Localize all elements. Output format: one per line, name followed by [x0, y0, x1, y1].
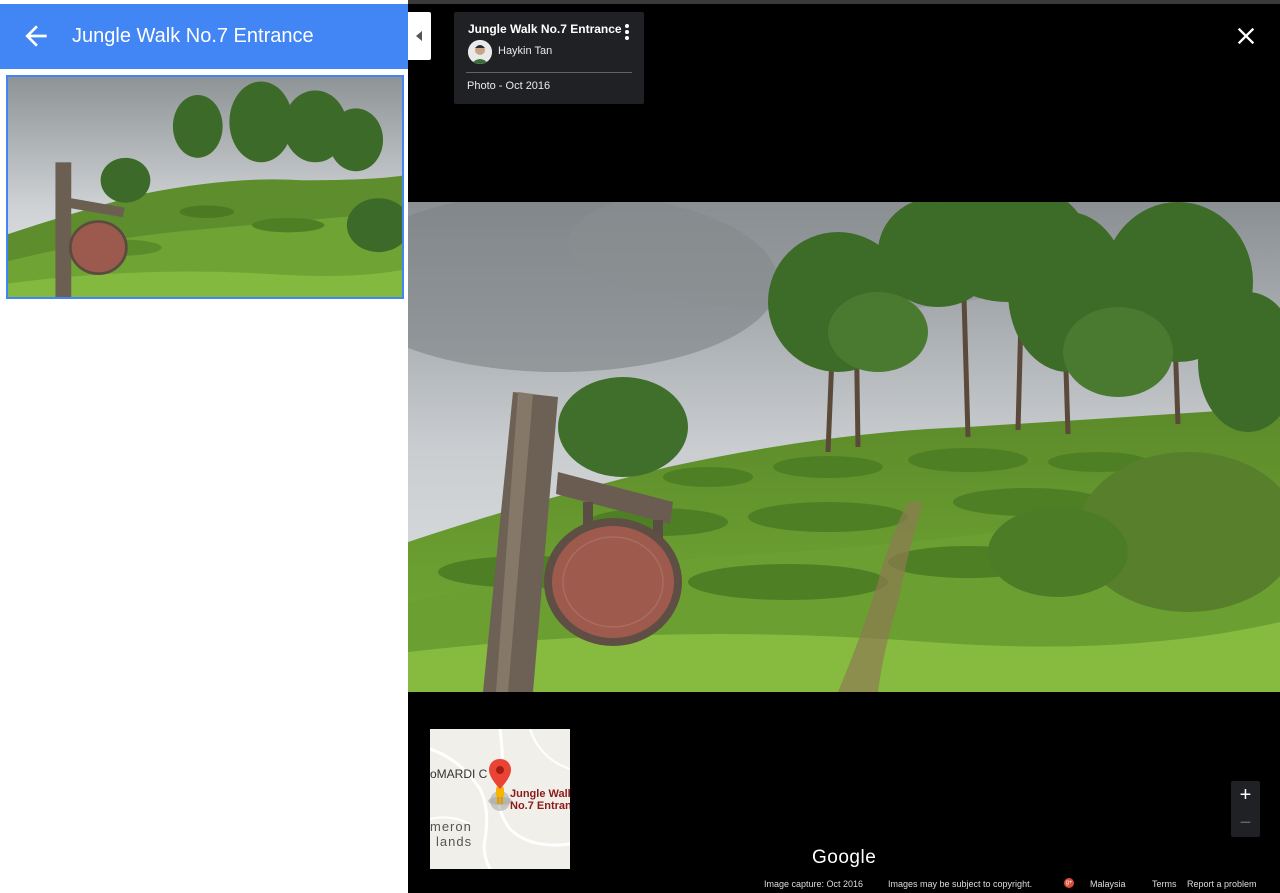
- image-capture-date: Image capture: Oct 2016: [764, 879, 864, 889]
- close-button[interactable]: [1232, 22, 1260, 50]
- map-area-label-line1: meron: [430, 819, 472, 834]
- card-menu-button[interactable]: [620, 22, 634, 44]
- google-logo: Google: [812, 847, 877, 868]
- close-icon: [1237, 27, 1255, 45]
- thumbnail-image: [8, 77, 402, 297]
- panel-header: Jungle Walk No.7 Entrance: [0, 4, 408, 69]
- map-area-label-line2: lands: [436, 834, 473, 849]
- map-place-label-line2: No.7 Entrance: [510, 800, 570, 812]
- zoom-out-button[interactable]: −: [1231, 809, 1260, 837]
- google-plus-icon[interactable]: g+: [1064, 878, 1074, 888]
- more-vert-icon: [625, 24, 629, 40]
- report-problem-link[interactable]: Report a problem: [1187, 879, 1257, 889]
- main-photo-viewer[interactable]: [408, 202, 1280, 692]
- collapse-panel-button[interactable]: [408, 12, 431, 60]
- avatar[interactable]: [468, 40, 492, 64]
- author-name[interactable]: Haykin Tan: [498, 45, 552, 57]
- photo-date: Photo - Oct 2016: [467, 80, 551, 92]
- back-button[interactable]: [20, 20, 52, 52]
- country-link[interactable]: Malaysia: [1090, 879, 1126, 889]
- photo-thumbnail[interactable]: [6, 75, 404, 299]
- map-pin-icon: [489, 759, 511, 789]
- side-panel: Jungle Walk No.7 Entrance: [0, 0, 408, 893]
- copyright-notice: Images may be subject to copyright.: [888, 879, 1033, 889]
- photo-info-card: Jungle Walk No.7 Entrance Haykin Tan Pho…: [454, 12, 644, 104]
- zoom-control: + −: [1231, 781, 1260, 837]
- main-photo-image: [408, 202, 1280, 692]
- card-divider: [466, 72, 632, 73]
- zoom-in-button[interactable]: +: [1231, 781, 1260, 809]
- mini-map[interactable]: oMARDI C Jungle Walk No.7 Entrance meron…: [430, 729, 570, 869]
- footer-bar: Image capture: Oct 2016 Images may be su…: [408, 876, 1280, 893]
- panel-title: Jungle Walk No.7 Entrance: [72, 25, 314, 47]
- card-title: Jungle Walk No.7 Entrance: [468, 22, 622, 36]
- terms-link[interactable]: Terms: [1152, 879, 1177, 889]
- arrow-left-icon: [25, 25, 47, 47]
- caret-left-icon: [416, 31, 422, 41]
- map-place-label-line1: Jungle Walk: [510, 788, 570, 800]
- map-poi-label: oMARDI C: [430, 767, 488, 781]
- author-avatar-image: [468, 40, 492, 64]
